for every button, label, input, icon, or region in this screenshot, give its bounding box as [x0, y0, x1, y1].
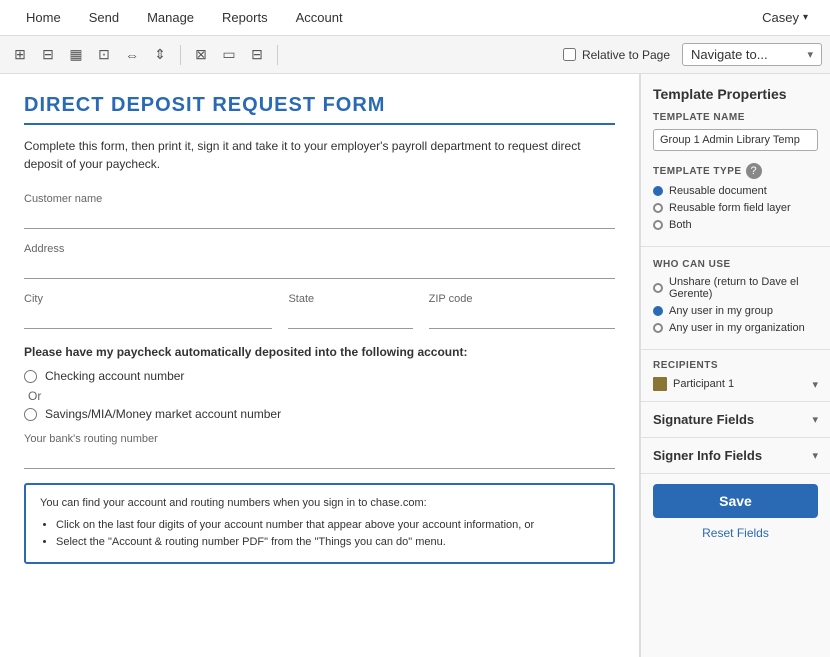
any-user-group-radio[interactable] — [653, 306, 663, 316]
document-area: DIRECT DEPOSIT REQUEST FORM Complete thi… — [0, 74, 640, 657]
info-box-bullet2: Select the "Account & routing number PDF… — [56, 534, 599, 552]
signature-fields-title: Signature Fields — [653, 412, 754, 427]
nav-reports[interactable]: Reports — [208, 0, 282, 36]
unshare-option: Unshare (return to Dave el Gerente) — [653, 276, 818, 300]
signer-info-fields-section[interactable]: Signer Info Fields ▾ — [641, 438, 830, 474]
signature-fields-chevron-icon: ▾ — [812, 413, 818, 426]
address-label: Address — [24, 243, 615, 255]
checking-radio[interactable] — [24, 370, 37, 383]
nav-manage[interactable]: Manage — [133, 0, 208, 36]
who-can-use-subtitle: WHO CAN USE — [653, 259, 818, 270]
user-menu[interactable]: Casey — [752, 10, 818, 25]
right-panel: Template Properties � TEMPLATE NAME TEMP… — [640, 74, 830, 657]
template-name-subtitle: TEMPLATE NAME — [653, 112, 818, 123]
state-label: State — [288, 293, 412, 305]
relative-to-page-label: Relative to Page — [563, 48, 670, 62]
template-properties-title: Template Properties � — [653, 84, 818, 104]
customer-name-field: Customer name — [24, 193, 615, 229]
both-radio-empty[interactable] — [653, 220, 663, 230]
checking-label: Checking account number — [45, 369, 184, 383]
top-nav: Home Send Manage Reports Account Casey — [0, 0, 830, 36]
toolbar-separator-2 — [277, 45, 278, 65]
customer-name-label: Customer name — [24, 193, 615, 205]
address-field: Address — [24, 243, 615, 279]
nav-account[interactable]: Account — [282, 0, 357, 36]
checking-account-option: Checking account number — [24, 369, 615, 383]
navigate-dropdown[interactable]: Navigate to... ▾ — [682, 43, 822, 66]
navigate-chevron-icon: ▾ — [807, 48, 813, 61]
savings-radio[interactable] — [24, 408, 37, 421]
zip-input[interactable] — [429, 307, 615, 329]
participant-badge-icon — [653, 377, 667, 391]
routing-label: Your bank's routing number — [24, 433, 615, 445]
recipients-section: RECIPIENTS Participant 1 ▾ — [641, 350, 830, 402]
unshare-radio[interactable] — [653, 283, 663, 293]
nav-home[interactable]: Home — [12, 0, 75, 36]
toolbar-icon-4[interactable]: ⊡ — [92, 43, 116, 67]
address-input[interactable] — [24, 257, 615, 279]
template-type-form-field: Reusable form field layer — [653, 202, 818, 214]
toolbar-icon-1[interactable]: ⊞ — [8, 43, 32, 67]
zip-field: ZIP code — [429, 293, 615, 329]
template-name-input[interactable] — [653, 129, 818, 151]
city-label: City — [24, 293, 272, 305]
template-type-subtitle: TEMPLATE TYPE — [653, 166, 742, 177]
signer-info-chevron-icon: ▾ — [812, 449, 818, 462]
account-section-header: Please have my paycheck automatically de… — [24, 345, 615, 359]
who-can-use-section: WHO CAN USE Unshare (return to Dave el G… — [641, 249, 830, 350]
toolbar-icon-5[interactable]: ⇔ — [120, 43, 144, 67]
any-user-org-radio[interactable] — [653, 323, 663, 333]
template-properties-section: Template Properties � TEMPLATE NAME TEMP… — [641, 74, 830, 247]
main-layout: DIRECT DEPOSIT REQUEST FORM Complete thi… — [0, 74, 830, 657]
nav-send[interactable]: Send — [75, 0, 133, 36]
signer-info-fields-title: Signer Info Fields — [653, 448, 762, 463]
info-box: You can find your account and routing nu… — [24, 483, 615, 564]
template-type-section: TEMPLATE TYPE ? Reusable document Reusab… — [653, 163, 818, 231]
document-intro: Complete this form, then print it, sign … — [24, 137, 615, 173]
save-button[interactable]: Save — [653, 484, 818, 518]
or-text: Or — [28, 389, 615, 403]
reusable-doc-radio-filled[interactable] — [653, 186, 663, 196]
participant-chevron-icon[interactable]: ▾ — [812, 378, 818, 391]
relative-to-page-checkbox[interactable] — [563, 48, 576, 61]
toolbar-icon-8[interactable]: ▭ — [217, 43, 241, 67]
participant-row: Participant 1 ▾ — [653, 377, 818, 391]
signature-fields-section[interactable]: Signature Fields ▾ — [641, 402, 830, 438]
template-type-help-icon[interactable]: ? — [746, 163, 762, 179]
savings-label: Savings/MIA/Money market account number — [45, 407, 281, 421]
template-type-both: Both — [653, 219, 818, 231]
any-user-org-option: Any user in my organization — [653, 322, 818, 334]
document-title: DIRECT DEPOSIT REQUEST FORM — [24, 94, 615, 125]
template-type-reusable-doc: Reusable document — [653, 185, 818, 197]
toolbar-icon-3[interactable]: ▦ — [64, 43, 88, 67]
info-box-line1: You can find your account and routing nu… — [40, 497, 427, 509]
toolbar: ⊞ ⊟ ▦ ⊡ ⇔ ⇕ ⊠ ▭ ⊟ Relative to Page Navig… — [0, 36, 830, 74]
toolbar-icon-7[interactable]: ⊠ — [189, 43, 213, 67]
toolbar-separator-1 — [180, 45, 181, 65]
zip-label: ZIP code — [429, 293, 615, 305]
city-state-zip-row: City State ZIP code — [24, 293, 615, 329]
toolbar-icon-9[interactable]: ⊟ — [245, 43, 269, 67]
any-user-group-option: Any user in my group — [653, 305, 818, 317]
routing-number-field: Your bank's routing number — [24, 433, 615, 469]
city-field: City — [24, 293, 272, 329]
state-input[interactable] — [288, 307, 412, 329]
form-field-radio-empty[interactable] — [653, 203, 663, 213]
routing-input[interactable] — [24, 447, 615, 469]
reset-fields-button[interactable]: Reset Fields — [641, 522, 830, 544]
state-field: State — [288, 293, 412, 329]
savings-account-option: Savings/MIA/Money market account number — [24, 407, 615, 421]
recipients-subtitle: RECIPIENTS — [653, 360, 818, 371]
city-input[interactable] — [24, 307, 272, 329]
customer-name-input[interactable] — [24, 207, 615, 229]
toolbar-icon-2[interactable]: ⊟ — [36, 43, 60, 67]
info-box-bullet1: Click on the last four digits of your ac… — [56, 517, 599, 535]
toolbar-icon-6[interactable]: ⇕ — [148, 43, 172, 67]
participant-label: Participant 1 — [673, 378, 806, 390]
